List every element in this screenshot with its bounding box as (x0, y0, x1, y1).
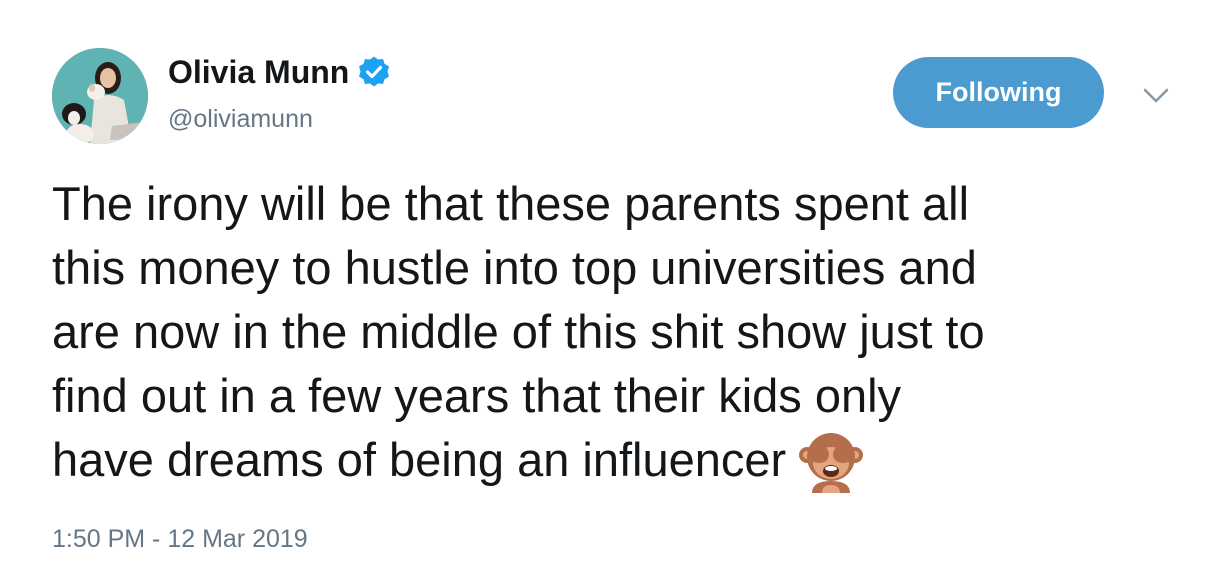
following-button[interactable]: Following (893, 57, 1104, 128)
tweet-line: this money to hustle into top universiti… (52, 241, 977, 294)
tweet-line: are now in the middle of this shit show … (52, 305, 985, 358)
chevron-down-icon[interactable] (1140, 84, 1172, 108)
tweet-line: find out in a few years that their kids … (52, 369, 902, 422)
see-no-evil-monkey-icon (798, 427, 864, 493)
tweet-text: The irony will be that these parents spe… (52, 172, 1192, 497)
avatar[interactable] (52, 48, 148, 144)
tweet-card: Olivia Munn @oliviamunn Following The ir… (0, 0, 1214, 574)
tweet-timestamp[interactable]: 1:50 PM - 12 Mar 2019 (52, 522, 308, 556)
profile-photo (52, 48, 148, 144)
verified-badge-icon (357, 55, 391, 89)
tweet-line: The irony will be that these parents spe… (52, 177, 970, 230)
display-name[interactable]: Olivia Munn (168, 52, 349, 92)
tweet-line-last: have dreams of being an influencer (52, 428, 1192, 497)
user-handle[interactable]: @oliviamunn (168, 101, 313, 137)
name-row: Olivia Munn (168, 52, 391, 92)
tweet-line: have dreams of being an influencer (52, 433, 787, 486)
